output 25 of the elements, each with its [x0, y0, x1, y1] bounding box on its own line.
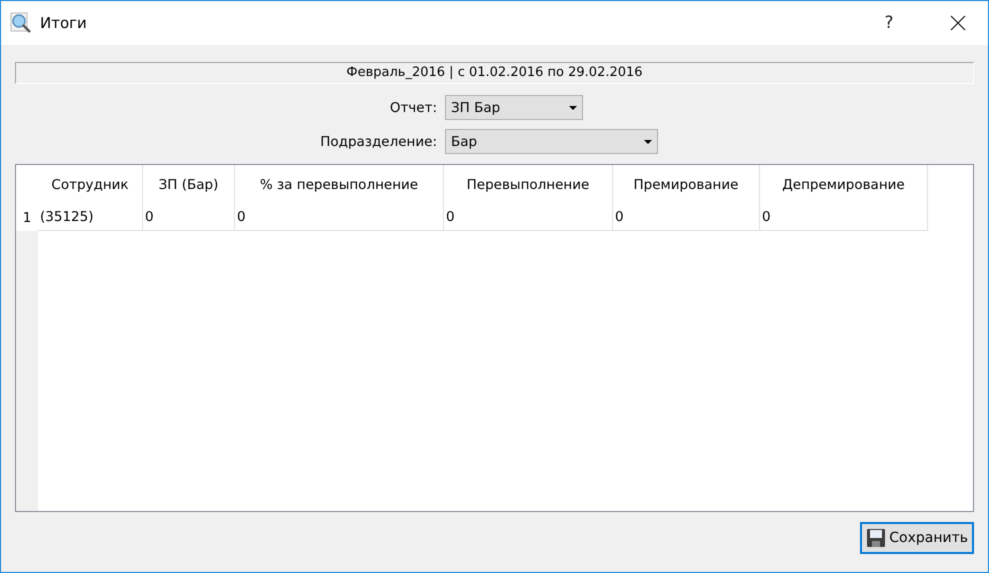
- period-label: Февраль_2016 | с 01.02.2016 по 29.02.2016: [15, 62, 974, 84]
- table-cell: 0: [760, 204, 928, 231]
- help-button[interactable]: ?: [866, 1, 912, 45]
- table-cell: 0: [143, 204, 235, 231]
- column-header[interactable]: % за перевыполнение: [235, 165, 444, 204]
- table-cell: 0: [444, 204, 613, 231]
- filter-label: Подразделение:: [319, 134, 438, 150]
- dropdown[interactable]: ЗП Бар: [445, 95, 583, 120]
- table-cell: 0: [235, 204, 444, 231]
- magnifier-icon: [10, 12, 32, 34]
- column-header[interactable]: Премирование: [613, 165, 760, 204]
- filter-label: Отчет:: [388, 100, 438, 116]
- column-header[interactable]: Перевыполнение: [444, 165, 613, 204]
- table-cell: 0: [613, 204, 760, 231]
- close-icon: [950, 15, 966, 31]
- window-title: Итоги: [40, 14, 88, 32]
- caret-icon: [569, 106, 577, 110]
- table-cell: (35125): [38, 204, 143, 231]
- column-header[interactable]: Сотрудник: [38, 165, 143, 204]
- save-button[interactable]: Сохранить: [860, 522, 974, 554]
- dropdown[interactable]: Бар: [445, 129, 658, 154]
- row-number: 1: [16, 204, 38, 231]
- caret-icon: [644, 140, 652, 144]
- column-header[interactable]: Депремирование: [760, 165, 928, 204]
- column-header[interactable]: ЗП (Бар): [143, 165, 235, 204]
